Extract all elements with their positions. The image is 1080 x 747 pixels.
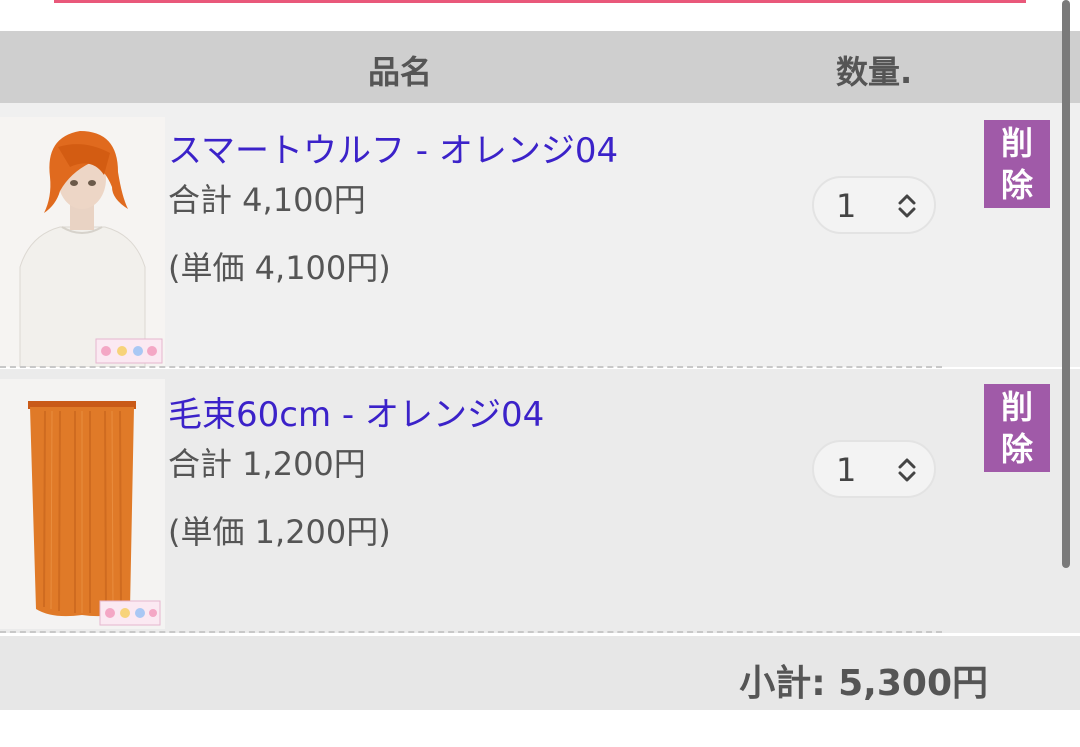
cart-table-header: 品名 数量. xyxy=(0,31,1080,103)
cart-item-row: スマートウルフ - オレンジ04 合計 4,100円 (単価 4,100円) 1… xyxy=(0,103,1080,367)
chevron-up-down-icon xyxy=(898,194,916,218)
product-name-link[interactable]: スマートウルフ - オレンジ04 xyxy=(168,123,618,172)
delete-label-1: 削 xyxy=(1000,388,1033,426)
top-accent-line xyxy=(54,0,1026,3)
quantity-select[interactable]: 1 xyxy=(812,176,936,234)
orange-hair-extension-icon xyxy=(0,379,165,629)
item-total: 合計 1,200円 xyxy=(168,445,366,483)
cart-subtotal: 小計: 5,300円 xyxy=(739,663,988,704)
quantity-select[interactable]: 1 xyxy=(812,440,936,498)
orange-wig-mannequin-icon xyxy=(0,117,165,367)
quantity-value: 1 xyxy=(836,187,857,225)
delete-label-2: 除 xyxy=(1000,166,1033,204)
quantity-value: 1 xyxy=(836,451,857,489)
chevron-up-down-icon xyxy=(898,458,916,482)
item-total: 合計 4,100円 xyxy=(168,181,366,219)
row-divider xyxy=(0,631,942,633)
delete-button[interactable]: 削 除 xyxy=(984,120,1050,208)
cart-footer: 小計: 5,300円 xyxy=(0,636,1080,710)
item-unit-price: (単価 4,100円) xyxy=(168,249,391,287)
delete-label-2: 除 xyxy=(1000,430,1033,468)
product-name-link[interactable]: 毛束60cm - オレンジ04 xyxy=(168,387,544,436)
scrollbar[interactable] xyxy=(1062,0,1070,568)
row-divider xyxy=(0,366,942,368)
item-unit-price: (単価 1,200円) xyxy=(168,513,391,551)
delete-button[interactable]: 削 除 xyxy=(984,384,1050,472)
delete-label-1: 削 xyxy=(1000,124,1033,162)
product-thumbnail[interactable] xyxy=(0,379,165,629)
column-header-name: 品名 xyxy=(368,53,433,91)
column-header-quantity: 数量. xyxy=(836,53,913,91)
cart-item-row: 毛束60cm - オレンジ04 合計 1,200円 (単価 1,200円) 1 … xyxy=(0,369,1080,633)
product-thumbnail[interactable] xyxy=(0,117,165,367)
